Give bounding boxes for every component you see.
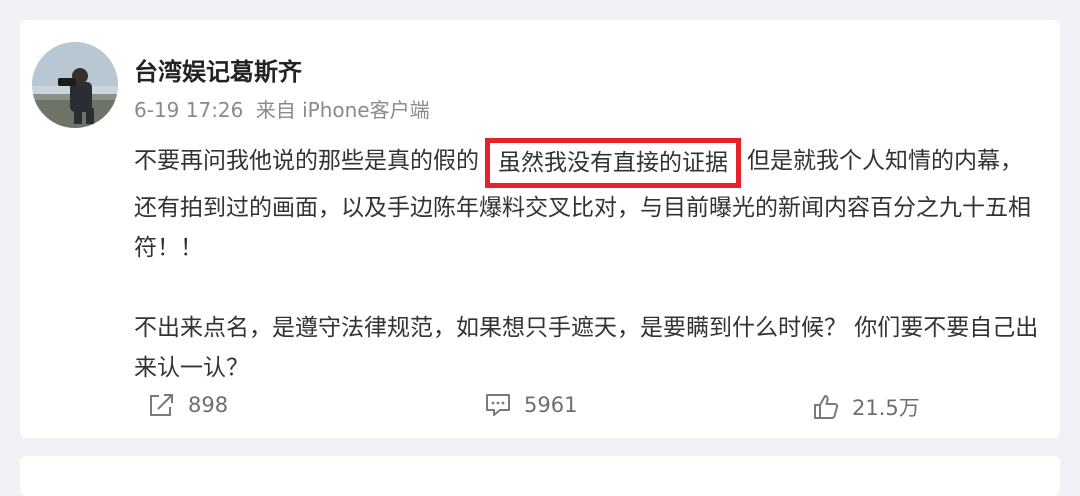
like-count: 21.5万 [852,396,920,420]
post-content: 不要再问我他说的那些是真的假的 虽然我没有直接的证据 但是就我个人知情的内幕，还有拍… [134,138,1044,388]
post-paragraph-2: 不出来点名，是遵守法律规范，如果想只手遮天，是要瞒到什么时候？ 你们要不要自己出… [134,315,1039,381]
post-actions: 898 5961 21.5万 [20,392,1060,422]
post-meta: 6-19 17:26 来自 iPhone客户端 [134,94,436,123]
like-button[interactable]: 21.5万 [812,392,920,422]
post-time[interactable]: 6-19 17:26 [134,98,243,122]
avatar[interactable] [32,42,118,128]
thumbs-up-icon [814,395,839,419]
weibo-post-card: 台湾娱记葛斯齐 6-19 17:26 来自 iPhone客户端 不要再问我他说的… [20,20,1060,438]
comment-button[interactable]: 5961 [484,392,577,418]
comment-count: 5961 [524,393,578,417]
repost-count: 898 [188,393,229,417]
post-text-before: 不要再问我他说的那些是真的假的 [134,148,479,174]
comment-icon [486,394,510,416]
post-paragraph-1: 不要再问我他说的那些是真的假的 虽然我没有直接的证据 但是就我个人知情的内幕，还有拍… [134,138,1044,268]
highlight-box: 虽然我没有直接的证据 [485,138,741,188]
repost-button[interactable]: 898 [148,392,228,418]
avatar-photo [32,42,118,128]
post-source: 来自 iPhone客户端 [255,98,430,122]
next-post-card [20,456,1060,496]
share-icon [150,394,173,416]
username[interactable]: 台湾娱记葛斯齐 [134,52,302,87]
